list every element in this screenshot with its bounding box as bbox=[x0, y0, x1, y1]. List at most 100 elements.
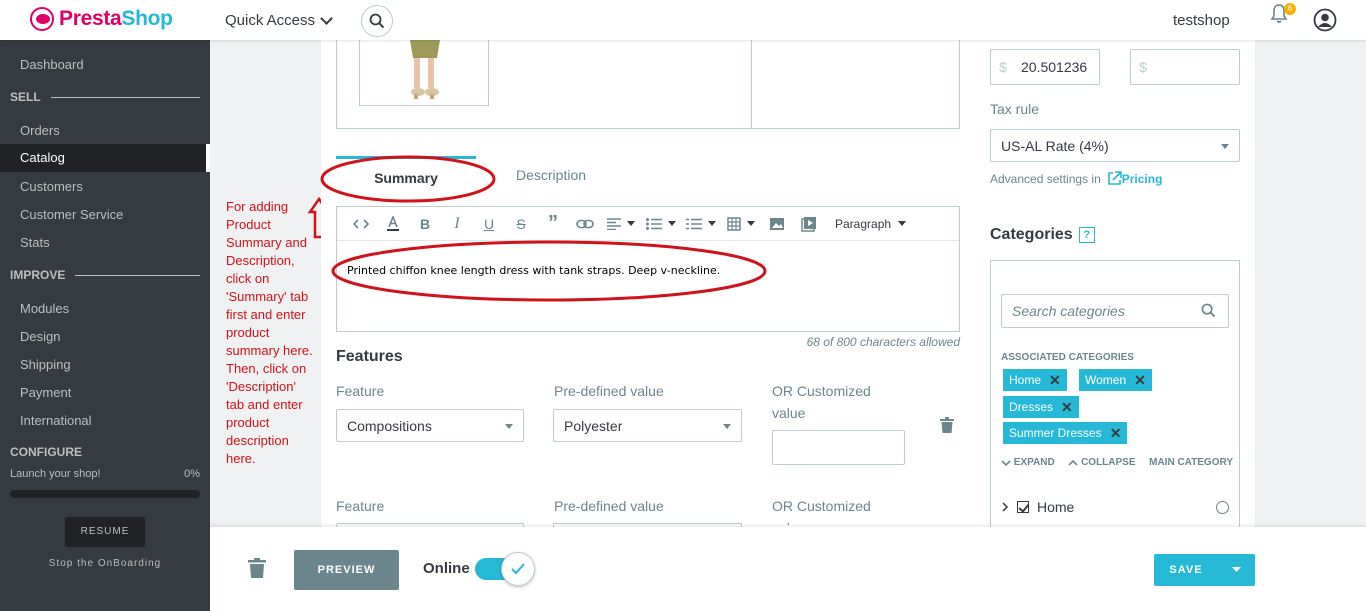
dress-model-image bbox=[410, 40, 440, 99]
category-chip-home: Home ✕ bbox=[1003, 369, 1067, 391]
price-tax-excl-input[interactable]: $20.501236 bbox=[990, 49, 1100, 85]
notifications-button[interactable]: 6 bbox=[1270, 3, 1296, 28]
category-chip-dresses: Dresses ✕ bbox=[1003, 396, 1079, 418]
product-image-thumbnail[interactable] bbox=[359, 40, 489, 106]
main-category-radio[interactable] bbox=[1216, 501, 1229, 514]
predefined-value-label-2: Pre-defined value bbox=[554, 498, 664, 514]
price-tax-incl-input[interactable]: $ bbox=[1130, 49, 1240, 85]
tab-summary[interactable]: Summary bbox=[336, 156, 476, 192]
search-categories-input[interactable]: Search categories bbox=[1001, 294, 1229, 328]
align-dropdown[interactable] bbox=[601, 207, 641, 241]
sidebar-item-modules[interactable]: Modules bbox=[20, 301, 69, 316]
top-header: PrestaShop Quick Access testshop 6 bbox=[0, 0, 1366, 40]
strikethrough-icon[interactable]: S bbox=[505, 207, 537, 241]
puffin-logo-icon bbox=[30, 7, 54, 31]
help-icon[interactable]: ? bbox=[1078, 227, 1095, 243]
pricing-link[interactable]: Pricing bbox=[1107, 171, 1162, 186]
header-search-button[interactable] bbox=[361, 5, 393, 37]
external-link-icon bbox=[1107, 171, 1122, 185]
remove-chip-icon[interactable]: ✕ bbox=[1110, 422, 1122, 444]
bold-icon[interactable]: B bbox=[409, 207, 441, 241]
expand-button[interactable]: EXPAND bbox=[1001, 457, 1055, 468]
blockquote-icon[interactable]: ” bbox=[537, 207, 569, 241]
sidebar-item-design[interactable]: Design bbox=[20, 329, 60, 344]
sidebar-item-payment[interactable]: Payment bbox=[20, 385, 71, 400]
caret-icon bbox=[898, 221, 907, 226]
associated-categories-label: ASSOCIATED CATEGORIES bbox=[1001, 352, 1134, 363]
delete-product-trash-icon[interactable] bbox=[248, 558, 266, 578]
categories-box: Search categories ASSOCIATED CATEGORIES … bbox=[990, 260, 1240, 530]
resume-button[interactable]: RESUME bbox=[65, 517, 145, 547]
product-images-box bbox=[336, 40, 960, 129]
product-description-tabs: Summary Description bbox=[336, 156, 636, 192]
quick-access-menu[interactable]: Quick Access bbox=[225, 11, 333, 29]
paragraph-format-dropdown[interactable]: Paragraph bbox=[835, 217, 907, 231]
tax-rule-select[interactable]: US-AL Rate (4%) bbox=[990, 129, 1240, 162]
customized-value-input[interactable] bbox=[772, 430, 905, 465]
chevron-down-icon bbox=[1001, 459, 1011, 466]
sidebar-item-shipping[interactable]: Shipping bbox=[20, 357, 71, 372]
prestashop-logo[interactable]: PrestaShop bbox=[30, 7, 173, 31]
category-chip-summer-dresses: Summer Dresses ✕ bbox=[1003, 422, 1128, 444]
search-icon bbox=[1201, 303, 1216, 318]
user-icon bbox=[1313, 8, 1337, 32]
remove-chip-icon[interactable]: ✕ bbox=[1134, 369, 1146, 391]
rich-text-editor: B I U S ” Paragraph Printed chiffon knee… bbox=[336, 206, 960, 332]
tab-description[interactable]: Description bbox=[516, 156, 586, 192]
sidebar-item-stats[interactable]: Stats bbox=[20, 235, 50, 250]
checkmark-icon bbox=[511, 563, 525, 575]
home-checkbox[interactable] bbox=[1017, 501, 1029, 513]
sidebar-item-international[interactable]: International bbox=[20, 413, 92, 428]
text-color-icon[interactable] bbox=[377, 207, 409, 241]
launch-label: Launch your shop! bbox=[10, 468, 101, 480]
feature-select[interactable]: Compositions bbox=[336, 409, 524, 442]
numbered-list-dropdown[interactable] bbox=[681, 207, 721, 241]
remove-chip-icon[interactable]: ✕ bbox=[1049, 369, 1061, 391]
chip-label: Summer Dresses bbox=[1009, 426, 1102, 440]
online-toggle[interactable] bbox=[475, 552, 539, 586]
section-label: IMPROVE bbox=[10, 268, 66, 282]
price-value: 20.501236 bbox=[1021, 59, 1088, 75]
categories-title: Categories bbox=[990, 226, 1073, 243]
divider bbox=[751, 40, 752, 128]
custom-label-line1: OR Customized bbox=[772, 498, 871, 514]
custom-label-line2: value bbox=[772, 520, 805, 525]
stop-onboarding-link[interactable]: Stop the OnBoarding bbox=[0, 558, 210, 569]
caret-icon bbox=[668, 221, 676, 226]
sidebar-item-catalog[interactable]: Catalog bbox=[0, 144, 210, 172]
logo-text-b: Shop bbox=[121, 7, 173, 30]
collapse-button[interactable]: COLLAPSE bbox=[1068, 457, 1136, 468]
sidebar-item-dashboard[interactable]: Dashboard bbox=[20, 57, 84, 72]
image-icon[interactable] bbox=[761, 207, 793, 241]
link-icon[interactable] bbox=[569, 207, 601, 241]
sidebar-item-orders[interactable]: Orders bbox=[20, 123, 60, 138]
media-icon[interactable] bbox=[793, 207, 825, 241]
save-options-dropdown[interactable] bbox=[1218, 554, 1255, 586]
table-dropdown[interactable] bbox=[721, 207, 761, 241]
preview-button[interactable]: PREVIEW bbox=[294, 550, 399, 590]
numbered-list-icon bbox=[686, 218, 702, 229]
onboarding-progress-bar bbox=[10, 490, 200, 498]
save-button-group: SAVE bbox=[1154, 554, 1255, 586]
user-account-button[interactable] bbox=[1313, 8, 1337, 32]
underline-icon[interactable]: U bbox=[473, 207, 505, 241]
delete-feature-trash-icon[interactable] bbox=[940, 417, 954, 433]
sidebar-item-customers[interactable]: Customers bbox=[20, 179, 83, 194]
chevron-up-icon bbox=[1068, 459, 1078, 466]
bullet-list-dropdown[interactable] bbox=[641, 207, 681, 241]
shop-name-link[interactable]: testshop bbox=[1173, 12, 1230, 29]
notifications-badge: 6 bbox=[1284, 3, 1296, 15]
italic-icon[interactable]: I bbox=[441, 207, 473, 241]
sidebar: Dashboard SELL Orders Catalog Customers … bbox=[0, 40, 210, 611]
divider bbox=[75, 274, 200, 276]
predefined-value-label: Pre-defined value bbox=[554, 383, 664, 399]
sidebar-item-customer-service[interactable]: Customer Service bbox=[20, 207, 123, 222]
predefined-value-select[interactable]: Polyester bbox=[553, 409, 742, 442]
chevron-right-icon[interactable] bbox=[1001, 502, 1009, 512]
remove-chip-icon[interactable]: ✕ bbox=[1061, 396, 1073, 418]
save-button[interactable]: SAVE bbox=[1154, 554, 1218, 586]
code-icon[interactable] bbox=[345, 207, 377, 241]
summary-text-content[interactable]: Printed chiffon knee length dress with t… bbox=[347, 264, 720, 277]
search-icon bbox=[369, 13, 385, 29]
caret-icon bbox=[747, 221, 755, 226]
